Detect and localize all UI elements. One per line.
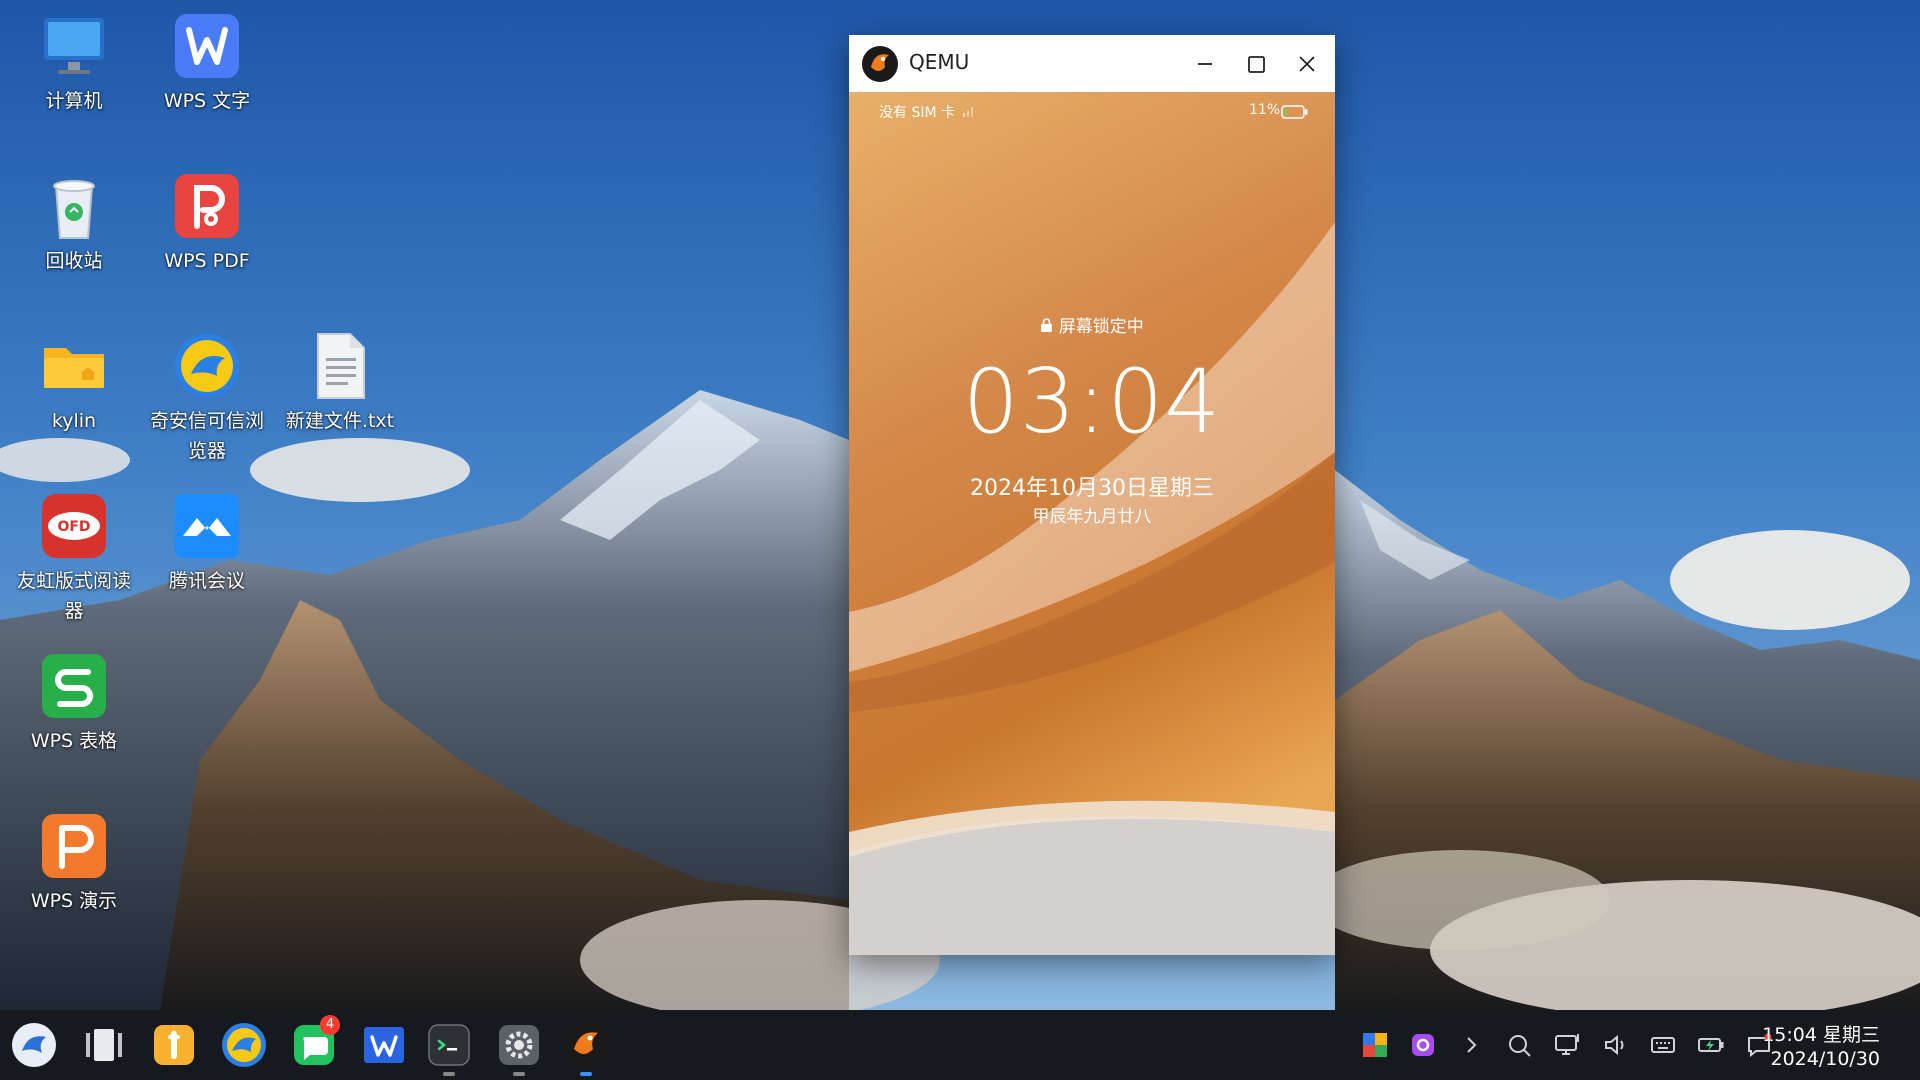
wps-writer-icon	[175, 14, 239, 78]
terminal-icon	[428, 1024, 470, 1066]
qemu-logo-icon	[564, 1023, 608, 1067]
wps-presentation-icon	[42, 814, 106, 878]
minimize-button[interactable]	[1185, 44, 1225, 84]
signal-icon	[963, 107, 973, 117]
multitask-icon	[86, 1029, 122, 1061]
volume-icon	[1605, 1034, 1624, 1056]
tray-search-button[interactable]	[1504, 1030, 1534, 1060]
taskbar-multitask-view[interactable]	[80, 1021, 128, 1069]
ofd-logo-text: OFD	[57, 519, 90, 535]
desktop-icon-wps-sheets[interactable]: WPS 表格	[12, 650, 136, 756]
battery-percent: 11%	[1249, 102, 1281, 118]
clock-time: 15:04 星期三	[1762, 1024, 1880, 1046]
desktop-icon-wps-writer[interactable]: WPS 文字	[145, 10, 269, 116]
settings-gear-icon	[499, 1025, 539, 1065]
window-title: QEMU	[909, 50, 970, 74]
taskbar-start-button[interactable]	[10, 1021, 58, 1069]
computer-icon	[44, 18, 104, 74]
wps-writer-icon	[364, 1027, 404, 1063]
home-folder-icon	[44, 348, 104, 388]
wps-sheets-icon	[42, 654, 106, 718]
desktop-icon-kylin-folder[interactable]: kylin	[12, 330, 136, 436]
taskbar-terminal[interactable]	[425, 1021, 473, 1069]
close-icon	[1299, 56, 1315, 72]
close-button[interactable]	[1287, 44, 1327, 84]
phone-lock-screen[interactable]: 没有 SIM 卡 11% 屏幕锁定中 03:04 2024年10月30日星期三 …	[849, 92, 1335, 955]
taskbar-wps-writer[interactable]	[360, 1021, 408, 1069]
desktop-icon-recycle-bin[interactable]: 回收站	[12, 170, 136, 276]
desktop-icon-ofd-reader[interactable]: OFD 友虹版式阅读器	[12, 490, 136, 626]
desktop-icon-wps-pdf[interactable]: WPS PDF	[145, 170, 269, 276]
messages-badge: 4	[320, 1015, 340, 1035]
taskbar: 4 15:04 星期三 2024/10/30	[0, 1010, 1920, 1080]
keyboard-icon	[1651, 1037, 1675, 1053]
desktop-icon-wps-presentation[interactable]: WPS 演示	[12, 810, 136, 916]
ofd-reader-icon: OFD	[42, 494, 106, 558]
tray-app-2[interactable]	[1408, 1030, 1438, 1060]
maximize-button[interactable]	[1236, 44, 1276, 84]
wps-pdf-icon	[175, 174, 239, 238]
taskbar-running-indicator	[443, 1072, 455, 1076]
desktop-icon-label: 腾讯会议	[168, 570, 245, 592]
desktop-icon-label: kylin	[51, 410, 97, 432]
lock-lunar-date: 甲辰年九月廿八	[1032, 507, 1152, 527]
tencent-meeting-icon	[175, 494, 239, 558]
taskbar-qemu[interactable]	[562, 1021, 610, 1069]
maximize-icon	[1248, 56, 1265, 73]
desktop-icon-label: 友虹版式阅读器	[16, 570, 131, 622]
screenshot-tool-icon	[1412, 1034, 1434, 1056]
taskbar-running-indicator	[513, 1072, 525, 1076]
desktop-icon-label: WPS 表格	[30, 730, 118, 752]
tray-keyboard-button[interactable]	[1648, 1030, 1678, 1060]
tray-expand-button[interactable]	[1456, 1030, 1486, 1060]
desktop-icon-label: 奇安信可信浏览器	[149, 410, 264, 462]
lock-status-text: 屏幕锁定中	[1058, 317, 1144, 337]
chevron-right-icon	[1467, 1037, 1477, 1053]
taskbar-clock[interactable]: 15:04 星期三 2024/10/30	[1760, 1016, 1900, 1074]
qemu-logo-icon	[862, 46, 898, 82]
search-icon	[1509, 1035, 1531, 1057]
tray-battery-button[interactable]	[1696, 1030, 1726, 1060]
kylin-start-icon	[12, 1023, 56, 1067]
lock-date: 2024年10月30日星期三	[970, 476, 1214, 501]
lock-time: 03:04	[962, 350, 1222, 453]
taskbar-active-indicator	[580, 1072, 592, 1076]
color-palette-icon	[1363, 1033, 1387, 1057]
qianxin-browser-icon	[175, 334, 239, 398]
messages-badge-count: 4	[325, 1017, 335, 1032]
taskbar-settings[interactable]	[495, 1021, 543, 1069]
desktop-icon-label: 计算机	[45, 90, 103, 112]
desktop-icon-qianxin-browser[interactable]: 奇安信可信浏览器	[145, 330, 269, 466]
wired-network-icon	[1555, 1034, 1579, 1055]
desktop-icon-computer[interactable]: 计算机	[12, 10, 136, 116]
qemu-window[interactable]: QEMU 没有 SIM 卡 11% 屏幕锁定中 03:04 2024年10月30…	[849, 35, 1335, 955]
minimize-icon	[1198, 63, 1212, 65]
taskbar-qianxin-browser[interactable]	[220, 1021, 268, 1069]
battery-icon	[1281, 105, 1308, 119]
battery-charging-icon	[1698, 1038, 1724, 1052]
desktop-icon-label: 新建文件.txt	[285, 410, 395, 432]
desktop-icon-label: WPS 演示	[30, 890, 118, 912]
lock-status-row: 屏幕锁定中	[849, 312, 1335, 337]
clock-date: 2024/10/30	[1770, 1048, 1880, 1070]
tray-app-1[interactable]	[1360, 1030, 1390, 1060]
desktop-icon-label: WPS 文字	[163, 90, 251, 112]
lock-icon	[1041, 318, 1053, 332]
recycle-bin-icon	[53, 180, 95, 239]
taskbar-messages[interactable]: 4	[290, 1015, 340, 1069]
carrier-status: 没有 SIM 卡	[879, 105, 955, 121]
file-manager-icon	[154, 1025, 194, 1065]
taskbar-file-manager[interactable]	[150, 1021, 198, 1069]
text-file-icon	[317, 333, 365, 399]
desktop-icon-tencent-meeting[interactable]: 腾讯会议	[145, 490, 269, 596]
tray-network-button[interactable]	[1552, 1030, 1582, 1060]
desktop-icon-new-txt-file[interactable]: 新建文件.txt	[278, 330, 402, 436]
tray-volume-button[interactable]	[1600, 1030, 1630, 1060]
window-titlebar[interactable]: QEMU	[849, 35, 1335, 92]
desktop-icon-label: WPS PDF	[164, 250, 250, 272]
qianxin-browser-icon	[222, 1023, 266, 1067]
desktop-icon-label: 回收站	[45, 250, 103, 272]
